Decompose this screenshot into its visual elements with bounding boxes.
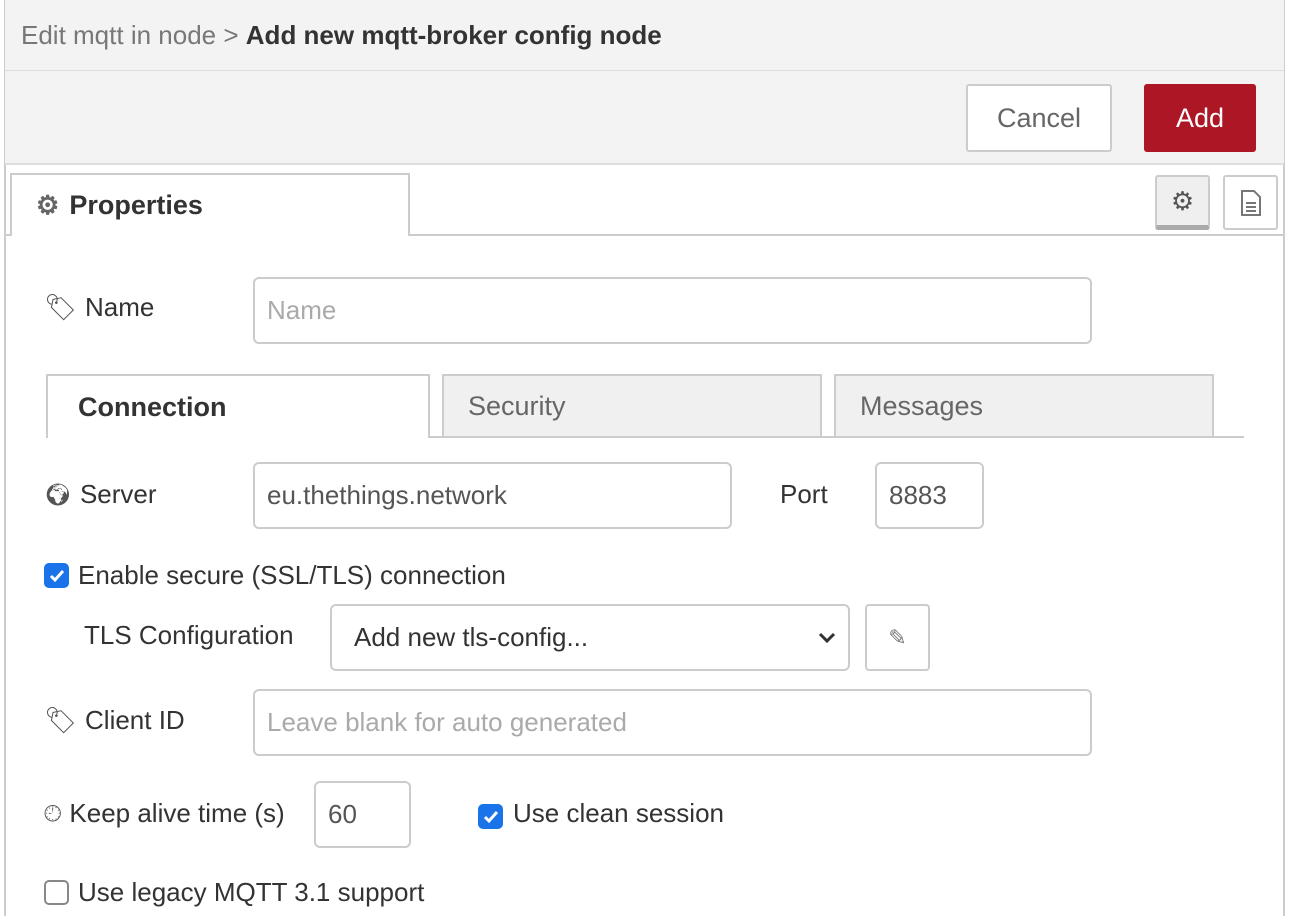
tls-enable-label: Enable secure (SSL/TLS) connection — [78, 560, 506, 590]
properties-view-button[interactable]: ⚙ — [1155, 175, 1210, 230]
keepalive-label: 🕘︎ Keep alive time (s) — [44, 798, 285, 828]
breadcrumb: Edit mqtt in node > Add new mqtt-broker … — [21, 20, 662, 51]
tab-properties[interactable]: ⚙ Properties — [10, 173, 410, 236]
page-title: Add new mqtt-broker config node — [245, 20, 662, 50]
breadcrumb-parent[interactable]: Edit mqtt in node — [21, 20, 216, 50]
server-label: 🌍︎ Server — [44, 479, 157, 509]
clock-icon: 🕘︎ — [44, 800, 62, 826]
document-icon — [1240, 189, 1261, 216]
edit-tls-button[interactable]: ✎ — [865, 604, 930, 671]
description-view-button[interactable] — [1223, 175, 1278, 230]
port-input[interactable]: 8883 — [875, 462, 984, 529]
breadcrumb-separator: > — [223, 20, 239, 50]
tls-config-label: TLS Configuration — [84, 620, 294, 650]
server-input[interactable]: eu.thethings.network — [253, 462, 732, 529]
tag-icon: 🏷︎ — [44, 705, 78, 735]
tab-properties-label: Properties — [69, 190, 203, 220]
tab-connection[interactable]: Connection — [46, 374, 430, 438]
gear-icon: ⚙ — [1170, 185, 1195, 216]
clean-session-label: Use clean session — [513, 798, 724, 828]
legacy-mqtt-label: Use legacy MQTT 3.1 support — [78, 877, 425, 907]
globe-icon: 🌍︎ — [44, 481, 72, 507]
chevron-down-icon — [818, 632, 836, 643]
check-icon — [49, 569, 64, 582]
pencil-icon: ✎ — [888, 624, 907, 650]
keepalive-input[interactable]: 60 — [314, 781, 411, 848]
tls-config-select[interactable]: Add new tls-config... — [330, 604, 850, 671]
add-button[interactable]: Add — [1144, 84, 1256, 152]
tag-icon: 🏷︎ — [44, 292, 78, 322]
port-label: Port — [780, 479, 828, 509]
cancel-button[interactable]: Cancel — [966, 84, 1112, 152]
gear-icon: ⚙ — [36, 190, 60, 220]
client-id-label: 🏷︎ Client ID — [44, 705, 185, 735]
legacy-mqtt-checkbox[interactable] — [44, 880, 69, 905]
tab-messages[interactable]: Messages — [834, 374, 1214, 438]
name-input[interactable]: Name — [253, 277, 1092, 344]
clean-session-checkbox[interactable] — [478, 804, 503, 829]
tab-security[interactable]: Security — [442, 374, 822, 438]
check-icon — [483, 810, 498, 823]
tls-enable-checkbox[interactable] — [44, 563, 69, 588]
client-id-input[interactable]: Leave blank for auto generated — [253, 689, 1092, 756]
name-label: 🏷︎ Name — [44, 292, 155, 322]
